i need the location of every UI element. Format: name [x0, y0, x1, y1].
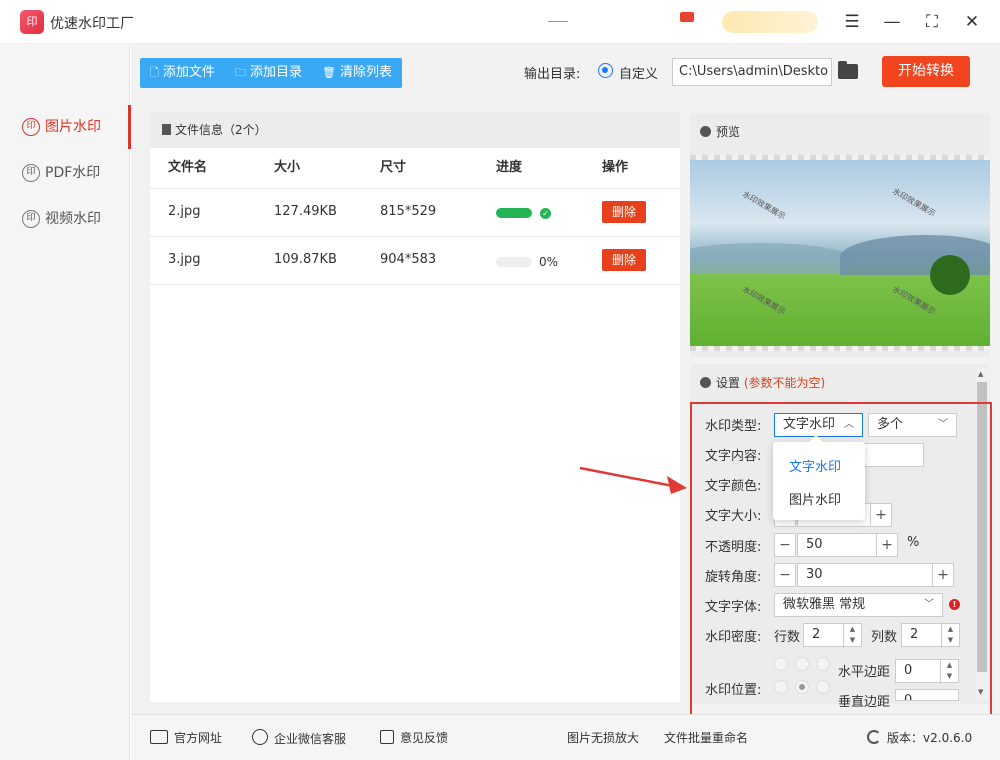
trash-icon: 🗑 — [322, 66, 336, 79]
column-progress: 进度 — [496, 160, 523, 175]
preview-panel: 预览 水印效果展示 水印效果展示 水印效果展示 水印效果展示 — [690, 113, 990, 357]
website-icon — [150, 730, 168, 744]
version-value: v2.0.6.0 — [923, 731, 973, 745]
menu-icon[interactable]: ☰ — [840, 10, 864, 34]
image-border — [690, 346, 990, 351]
chat-icon — [252, 729, 268, 745]
settings-title: 设置 — [716, 376, 741, 390]
feedback-label: 意见反馈 — [400, 731, 449, 745]
file-name: 2.jpg — [168, 204, 201, 219]
custom-radio[interactable] — [598, 63, 613, 78]
document-icon — [162, 124, 171, 135]
lossless-zoom-link[interactable]: 图片无损放大 — [567, 729, 639, 746]
close-icon[interactable]: ✕ — [960, 10, 984, 34]
watermark-text: 水印效果展示 — [740, 284, 788, 317]
column-dimensions: 尺寸 — [380, 160, 407, 175]
output-path-input[interactable]: C:\Users\admin\Deskto — [672, 58, 832, 86]
sidebar-item-label: 视频水印 — [45, 211, 101, 227]
delete-button[interactable]: 删除 — [602, 249, 646, 271]
clear-list-label: 清除列表 — [339, 65, 392, 80]
scroll-up-icon[interactable]: ▲ — [978, 370, 983, 378]
settings-hint: (参数不能为空) — [743, 376, 826, 390]
check-icon: ✓ — [540, 208, 551, 219]
file-panel-header: 文件信息（2个） — [150, 112, 680, 148]
add-file-label: 添加文件 — [162, 65, 215, 80]
folder-icon[interactable] — [838, 61, 858, 79]
delete-button[interactable]: 删除 — [602, 201, 646, 223]
add-file-button[interactable]: 🗋 添加文件 — [150, 58, 215, 88]
output-dir-label: 输出目录: — [524, 67, 581, 82]
maximize-icon[interactable]: ⛶ — [920, 10, 944, 34]
column-action: 操作 — [602, 160, 629, 175]
version-info[interactable]: 版本：v2.0.6.0 — [867, 729, 972, 746]
website-link[interactable]: 官方网址 — [150, 729, 222, 746]
refresh-icon — [867, 730, 881, 744]
watermark-text: 水印效果展示 — [740, 189, 788, 222]
progress-bar — [496, 208, 532, 218]
feedback-link[interactable]: 意见反馈 — [380, 729, 448, 746]
wechat-label: 企业微信客服 — [274, 732, 347, 746]
add-directory-button[interactable]: 🗀 添加目录 — [235, 58, 302, 88]
file-name: 3.jpg — [168, 252, 201, 267]
clear-list-button[interactable]: 🗑 清除列表 — [322, 58, 392, 88]
progress-bar-track — [496, 257, 532, 267]
custom-radio-label[interactable]: 自定义 — [619, 63, 658, 82]
title-decoration — [548, 18, 568, 22]
stamp-icon: 印 — [22, 210, 40, 228]
version-label: 版本： — [887, 731, 924, 745]
file-size: 109.87KB — [274, 252, 337, 267]
mountain-shape — [690, 243, 850, 273]
sidebar-item-video-watermark[interactable]: 印视频水印 — [0, 197, 130, 241]
highlight-box — [690, 402, 992, 716]
add-directory-label: 添加目录 — [250, 65, 303, 80]
sidebar: 印图片水印 印 PDF水印 印视频水印 — [0, 44, 131, 760]
toolbar-button-group: 🗋 添加文件 🗀 添加目录 🗑 清除列表 — [140, 58, 402, 88]
watermark-text: 水印效果展示 — [890, 186, 938, 219]
preview-header: 预览 — [700, 123, 740, 140]
file-size: 127.49KB — [274, 204, 337, 219]
gear-icon — [700, 126, 711, 137]
notification-icon[interactable] — [680, 12, 694, 22]
app-logo-icon: 印 — [20, 10, 44, 34]
feedback-icon — [380, 730, 394, 744]
sidebar-item-label: PDF水印 — [45, 165, 101, 181]
minimize-icon[interactable]: — — [880, 10, 904, 34]
folder-outline-icon: 🗀 — [235, 66, 246, 79]
stamp-icon: 印 — [22, 164, 40, 182]
app-title: 优速水印工厂 — [50, 16, 134, 32]
stamp-icon: 印 — [22, 118, 40, 136]
vip-banner[interactable] — [722, 11, 818, 33]
sidebar-item-pdf-watermark[interactable]: 印 PDF水印 — [0, 151, 130, 195]
title-bar: 印 优速水印工厂 ☰ — ⛶ ✕ — [0, 0, 1000, 44]
column-size: 大小 — [274, 160, 301, 175]
website-label: 官方网址 — [174, 731, 223, 745]
footer-bar: 官方网址 企业微信客服 意见反馈 图片无损放大 文件批量重命名 版本：v2.0.… — [131, 714, 1000, 760]
progress-text: 0% — [539, 255, 559, 269]
tree-shape — [930, 255, 970, 295]
arrow-annotation-icon — [579, 466, 687, 494]
preview-image: 水印效果展示 水印效果展示 水印效果展示 水印效果展示 — [690, 155, 990, 351]
gear-icon — [700, 377, 711, 388]
file-dimensions: 904*583 — [380, 252, 437, 267]
batch-rename-link[interactable]: 文件批量重命名 — [664, 729, 748, 746]
watermark-text: 水印效果展示 — [890, 284, 938, 317]
file-info-panel: 文件信息（2个） 文件名 大小 尺寸 进度 操作 2.jpg 127.49KB … — [150, 112, 680, 702]
row-divider — [150, 284, 680, 285]
start-convert-button[interactable]: 开始转换 — [882, 56, 970, 87]
file-dimensions: 815*529 — [380, 204, 437, 219]
settings-header: 设置 (参数不能为空) — [700, 374, 825, 391]
column-filename: 文件名 — [168, 160, 208, 175]
image-border — [690, 155, 990, 160]
file-panel-title: 文件信息（2个） — [175, 123, 267, 137]
sidebar-item-image-watermark[interactable]: 印图片水印 — [0, 105, 131, 149]
preview-title: 预览 — [716, 125, 741, 139]
wechat-support-link[interactable]: 企业微信客服 — [252, 729, 346, 747]
sidebar-item-label: 图片水印 — [45, 119, 101, 135]
file-icon: 🗋 — [150, 66, 159, 79]
